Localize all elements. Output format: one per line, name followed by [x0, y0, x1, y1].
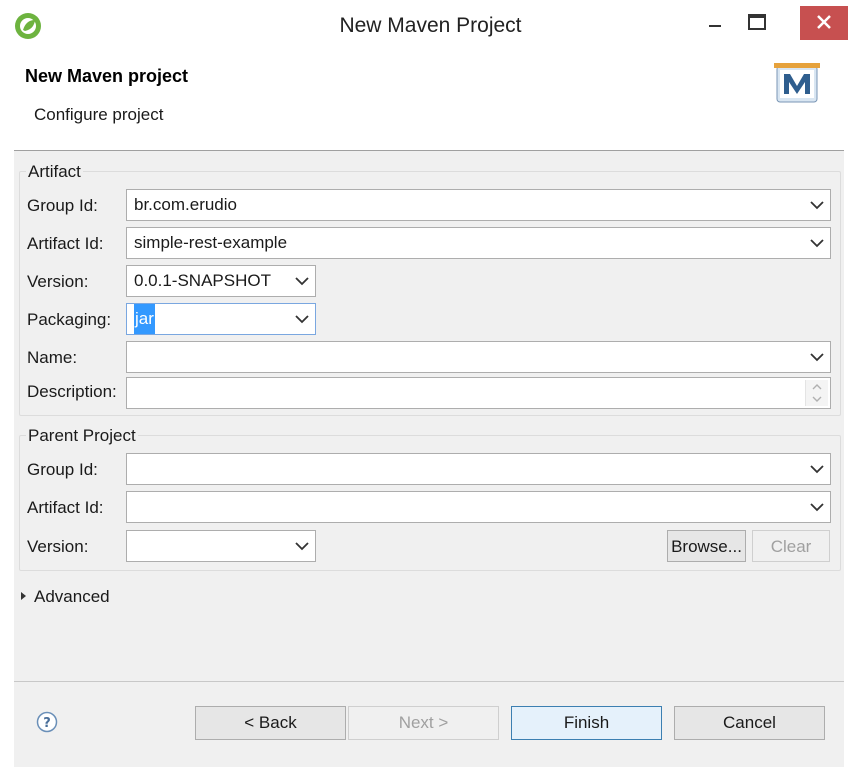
parent-artifact-id-combo[interactable] — [126, 491, 831, 523]
maximize-button[interactable] — [737, 6, 777, 40]
finish-button[interactable]: Finish — [511, 706, 662, 740]
cancel-button[interactable]: Cancel — [674, 706, 825, 740]
svg-text:?: ? — [43, 716, 51, 731]
parent-group-id-combo[interactable] — [126, 453, 831, 485]
page-subtitle: Configure project — [34, 105, 164, 124]
version-combo[interactable]: 0.0.1-SNAPSHOT — [126, 265, 316, 297]
chevron-down-icon — [810, 465, 824, 474]
version-label: Version: — [27, 272, 89, 291]
parent-artifact-id-label: Artifact Id: — [27, 498, 104, 517]
advanced-section-toggle[interactable]: Advanced — [34, 587, 110, 607]
group-id-combo[interactable]: br.com.erudio — [126, 189, 831, 221]
name-label: Name: — [27, 348, 78, 367]
minimize-button[interactable] — [695, 6, 735, 40]
close-icon — [817, 15, 831, 29]
parent-version-combo[interactable] — [126, 530, 316, 562]
chevron-down-icon — [810, 503, 824, 512]
version-value: 0.0.1-SNAPSHOT — [134, 271, 271, 290]
packaging-value: jar — [134, 304, 155, 334]
chevron-down-icon — [295, 542, 309, 551]
group-id-label: Group Id: — [27, 196, 98, 215]
clear-button[interactable]: Clear — [752, 530, 830, 562]
name-combo[interactable] — [126, 341, 831, 373]
wizard-banner: New Maven project Configure project — [14, 50, 844, 151]
artifact-group-legend: Artifact — [26, 162, 83, 182]
close-button[interactable] — [800, 6, 848, 40]
browse-button[interactable]: Browse... — [667, 530, 746, 562]
maven-logo — [774, 63, 820, 103]
chevron-down-icon — [295, 277, 309, 286]
artifact-id-label: Artifact Id: — [27, 234, 104, 253]
page-title: New Maven project — [25, 66, 189, 86]
parent-version-label: Version: — [27, 537, 89, 556]
window-titlebar: New Maven Project — [0, 0, 861, 50]
help-icon[interactable]: ? — [36, 711, 58, 733]
maximize-icon — [748, 14, 766, 30]
description-field[interactable] — [126, 377, 831, 409]
minimize-icon — [709, 25, 721, 27]
parent-group-id-label: Group Id: — [27, 460, 98, 479]
description-spinner[interactable] — [805, 380, 828, 406]
next-button[interactable]: Next > — [348, 706, 499, 740]
chevron-down-icon — [810, 239, 824, 248]
scroll-arrows-icon — [812, 384, 822, 402]
chevron-down-icon — [295, 315, 309, 324]
parent-group-legend: Parent Project — [26, 426, 138, 446]
back-button[interactable]: < Back — [195, 706, 346, 740]
artifact-id-combo[interactable]: simple-rest-example — [126, 227, 831, 259]
expand-arrow-icon[interactable] — [21, 592, 26, 600]
chevron-down-icon — [810, 353, 824, 362]
group-id-value: br.com.erudio — [134, 195, 237, 214]
chevron-down-icon — [810, 201, 824, 210]
packaging-combo[interactable]: jar — [126, 303, 316, 335]
packaging-label: Packaging: — [27, 310, 112, 329]
description-label: Description: — [27, 382, 117, 401]
artifact-id-value: simple-rest-example — [134, 233, 288, 252]
